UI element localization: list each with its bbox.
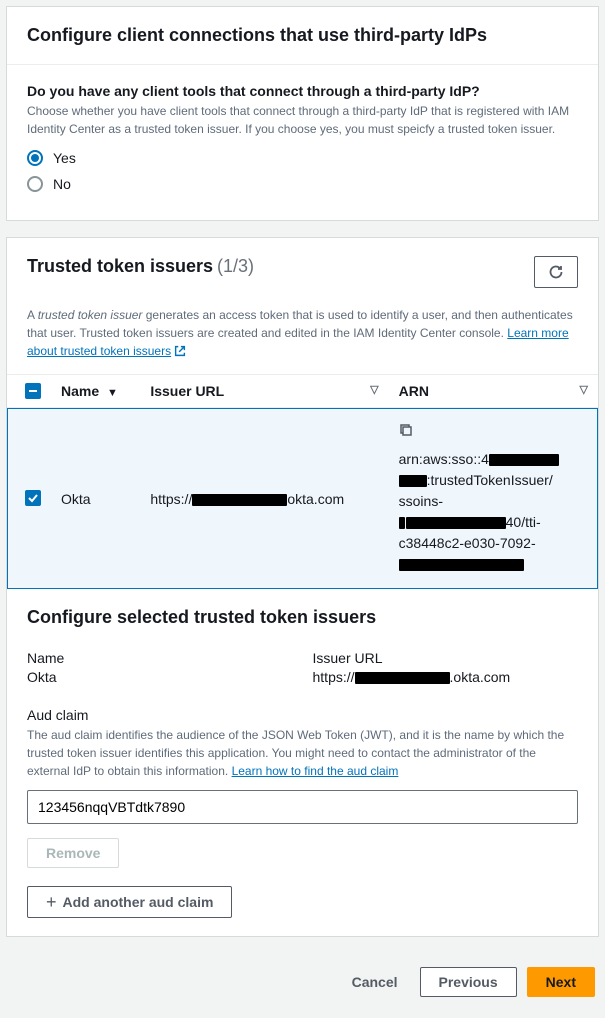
- redacted-text: [355, 672, 450, 684]
- filter-caret-icon: ▽: [580, 383, 588, 396]
- issuer-table: Name ▼ Issuer URL ▽ ARN ▽: [7, 374, 598, 589]
- tti-desc-prefix: A: [27, 308, 38, 322]
- configure-connections-panel: Configure client connections that use th…: [6, 6, 599, 221]
- row-name: Okta: [51, 408, 140, 590]
- configure-selected-section: Configure selected trusted token issuers…: [7, 589, 598, 936]
- table-header-row: Name ▼ Issuer URL ▽ ARN ▽: [7, 375, 598, 408]
- cancel-button[interactable]: Cancel: [340, 967, 410, 997]
- col-arn[interactable]: ARN ▽: [389, 375, 598, 408]
- panel1-body: Do you have any client tools that connec…: [7, 65, 598, 220]
- row-checkbox-cell[interactable]: [7, 408, 51, 590]
- name-url-row: Name Okta Issuer URL https:// .okta.com: [27, 650, 578, 685]
- url-suffix: .okta.com: [450, 669, 511, 685]
- arn-seg3: ssoins-: [399, 493, 443, 509]
- tti-desc-em: trusted token issuer: [38, 308, 143, 322]
- url-prefix: https://: [313, 669, 355, 685]
- tti-header-left: Trusted token issuers (1/3): [27, 256, 254, 277]
- wizard-footer: Cancel Previous Next: [6, 953, 599, 1001]
- name-label: Name: [27, 650, 293, 666]
- copy-icon[interactable]: [399, 422, 413, 443]
- row-url-prefix: https://: [150, 491, 192, 507]
- tti-count: (1/3): [217, 256, 254, 276]
- external-link-icon: [173, 344, 187, 358]
- aud-claim-input[interactable]: [27, 790, 578, 824]
- arn-seg2: :trustedTokenIssuer/: [427, 472, 553, 488]
- redacted-text: [399, 475, 427, 487]
- arn-seg4: 40/tti-: [506, 514, 541, 530]
- redacted-text: [399, 517, 405, 529]
- col-name-label: Name: [61, 383, 99, 399]
- col-arn-label: ARN: [399, 383, 429, 399]
- name-value: Okta: [27, 669, 293, 685]
- redacted-text: [399, 559, 524, 571]
- radio-yes[interactable]: Yes: [27, 150, 578, 166]
- select-all-header[interactable]: [7, 375, 51, 408]
- radio-no[interactable]: No: [27, 176, 578, 192]
- remove-button[interactable]: Remove: [27, 838, 119, 868]
- redacted-text: [406, 517, 506, 529]
- refresh-button[interactable]: [534, 256, 578, 288]
- plus-icon: +: [46, 893, 57, 911]
- redacted-text: [192, 494, 287, 506]
- config-title: Configure selected trusted token issuers: [27, 607, 578, 628]
- radio-dot-icon: [31, 154, 39, 162]
- add-btn-label: Add another aud claim: [63, 894, 214, 910]
- tti-header: Trusted token issuers (1/3): [7, 238, 598, 300]
- aud-learn-link[interactable]: Learn how to find the aud claim: [232, 764, 399, 778]
- mixed-checkbox-icon[interactable]: [25, 383, 41, 399]
- row-url: https:// okta.com: [140, 408, 388, 590]
- radio-yes-control[interactable]: [27, 150, 43, 166]
- table-row[interactable]: Okta https:// okta.com arn:aws:sso::4 :tr…: [7, 408, 598, 590]
- col-url[interactable]: Issuer URL ▽: [140, 375, 388, 408]
- radio-no-label: No: [53, 176, 71, 192]
- name-col: Name Okta: [27, 650, 293, 685]
- redacted-text: [489, 454, 559, 466]
- radio-no-control[interactable]: [27, 176, 43, 192]
- tti-description: A trusted token issuer generates an acce…: [7, 306, 598, 374]
- row-checkbox[interactable]: [25, 490, 41, 506]
- tti-title: Trusted token issuers: [27, 256, 213, 276]
- trusted-token-issuers-panel: Trusted token issuers (1/3) A trusted to…: [6, 237, 599, 937]
- row-url-suffix: okta.com: [287, 491, 344, 507]
- idp-question: Do you have any client tools that connec…: [27, 83, 578, 99]
- panel1-header: Configure client connections that use th…: [7, 7, 598, 65]
- url-col: Issuer URL https:// .okta.com: [313, 650, 579, 685]
- url-value: https:// .okta.com: [313, 669, 579, 685]
- row-arn: arn:aws:sso::4 :trustedTokenIssuer/ ssoi…: [389, 408, 598, 590]
- aud-help: The aud claim identifies the audience of…: [27, 726, 578, 780]
- next-button[interactable]: Next: [527, 967, 595, 997]
- col-name[interactable]: Name ▼: [51, 375, 140, 408]
- refresh-icon: [548, 264, 564, 280]
- col-url-label: Issuer URL: [150, 383, 224, 399]
- sort-caret-icon: ▼: [107, 387, 118, 399]
- panel1-title: Configure client connections that use th…: [27, 25, 578, 46]
- filter-caret-icon: ▽: [370, 383, 378, 396]
- arn-seg1: arn:aws:sso::4: [399, 451, 489, 467]
- add-aud-claim-button[interactable]: + Add another aud claim: [27, 886, 232, 918]
- url-label: Issuer URL: [313, 650, 579, 666]
- idp-help-text: Choose whether you have client tools tha…: [27, 102, 578, 138]
- radio-yes-label: Yes: [53, 150, 76, 166]
- arn-seg5: c38448c2-e030-7092-: [399, 535, 536, 551]
- previous-button[interactable]: Previous: [420, 967, 517, 997]
- aud-label: Aud claim: [27, 707, 578, 723]
